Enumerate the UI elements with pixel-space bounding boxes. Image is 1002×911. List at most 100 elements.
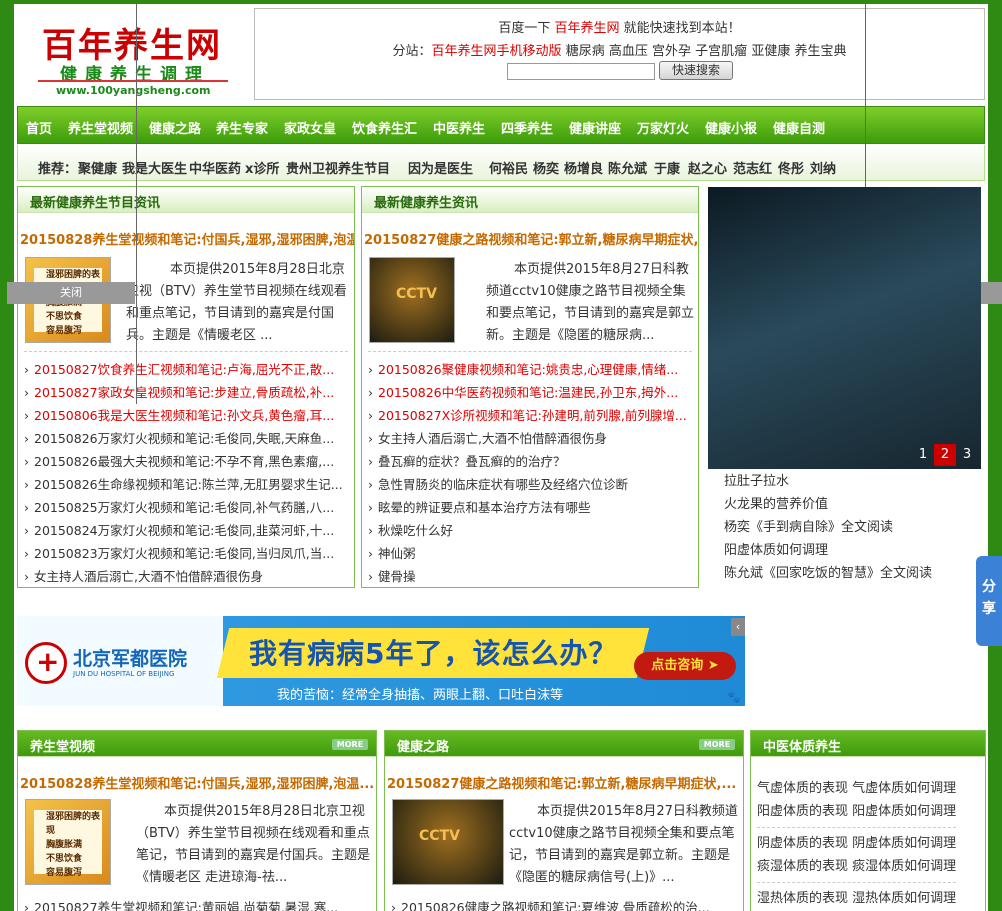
- nav-item[interactable]: 首页: [26, 118, 52, 137]
- list-item[interactable]: 叠瓦癣的症状？叠瓦癣的的治疗？: [364, 450, 694, 473]
- nav-item[interactable]: 家政女皇: [284, 118, 336, 137]
- constitution-link[interactable]: 阳虚体质如何调理: [852, 804, 956, 819]
- list-item[interactable]: 20150826最强大夫视频和笔记:不孕不育,黑色素瘤,...: [20, 450, 350, 473]
- constitution-link[interactable]: 湿热体质的表现: [757, 891, 848, 906]
- nav-item[interactable]: 健康小报: [705, 118, 757, 137]
- feature-title-link[interactable]: 20150827健康之路视频和笔记:郭立新,糖尿病早期症状,...: [387, 773, 736, 792]
- recommend-item[interactable]: 中华医药: [189, 158, 241, 177]
- feature-title-link[interactable]: 20150827健康之路视频和笔记:郭立新,糖尿病早期症状,...: [364, 229, 698, 248]
- constitution-link[interactable]: 气虚体质如何调理: [852, 781, 956, 796]
- nav-item[interactable]: 健康自测: [773, 118, 825, 137]
- constitution-link[interactable]: 阴虚体质的表现: [757, 836, 848, 851]
- list-item[interactable]: 神仙粥: [364, 542, 694, 565]
- recommend-item[interactable]: 何裕民: [489, 158, 528, 177]
- thumb-line: 容易腹泻: [46, 326, 83, 336]
- right-article-link[interactable]: 拉肚子拉水: [724, 470, 932, 493]
- recommend-item[interactable]: 杨奕: [533, 158, 559, 177]
- hospital-brand: 北京军都医院 JUN DU HOSPITAL OF BEIJING: [17, 616, 223, 706]
- recommend-item[interactable]: 陈允斌: [608, 158, 647, 177]
- sub-link[interactable]: 糖尿病: [566, 44, 605, 59]
- list-item[interactable]: 20150827饮食养生汇视频和笔记:卢海,屈光不正,散...: [20, 358, 350, 381]
- more-button[interactable]: MORE: [332, 739, 368, 750]
- feature-thumbnail[interactable]: 湿邪困脾的表现 胸腹胀满 不思饮食 容易腹泻: [25, 799, 111, 885]
- substation-label: 分站：: [392, 44, 432, 59]
- slider-page-button[interactable]: 2: [934, 444, 956, 466]
- constitution-link[interactable]: 阴虚体质如何调理: [852, 836, 956, 851]
- constitution-link[interactable]: 湿热体质如何调理: [852, 891, 956, 906]
- nav-item[interactable]: 万家灯火: [637, 118, 689, 137]
- slider-page-button[interactable]: 1: [912, 444, 934, 466]
- search-button[interactable]: 快速搜索: [659, 61, 733, 80]
- recommend-item[interactable]: 刘纳: [810, 158, 836, 177]
- constitution-link[interactable]: 气虚体质的表现: [757, 781, 848, 796]
- constitution-link[interactable]: 痰湿体质如何调理: [852, 859, 956, 874]
- search-input[interactable]: [507, 63, 655, 80]
- right-article-link[interactable]: 陈允斌《回家吃饭的智慧》全文阅读: [724, 562, 932, 585]
- nav-item[interactable]: 健康之路: [149, 118, 201, 137]
- recommend-item[interactable]: 佟彤: [778, 158, 804, 177]
- sub-link[interactable]: 亚健康: [751, 44, 790, 59]
- recommend-item[interactable]: 范志红: [733, 158, 772, 177]
- constitution-link[interactable]: 阳虚体质的表现: [757, 804, 848, 819]
- list-item[interactable]: 女主持人酒后溺亡,大酒不怕借醉酒很伤身: [364, 427, 694, 450]
- nav-item[interactable]: 中医养生: [433, 118, 485, 137]
- list-item[interactable]: 急性胃肠炎的临床症状有哪些及经络穴位诊断: [364, 473, 694, 496]
- nav-item[interactable]: 四季养生: [501, 118, 553, 137]
- site-logo[interactable]: 百年养生网 健康养生调理 www.100yangsheng.com: [20, 8, 248, 104]
- list-item[interactable]: 20150823万家灯火视频和笔记:毛俊同,当归凤爪,当...: [20, 542, 350, 565]
- nav-item[interactable]: 养生堂视频: [68, 118, 133, 137]
- share-button[interactable]: 分享: [976, 556, 1002, 646]
- sub-link[interactable]: 高血压: [609, 44, 648, 59]
- consult-button[interactable]: 点击咨询 ➤: [634, 652, 736, 680]
- recommend-item[interactable]: 我是大医生: [122, 158, 187, 177]
- sub-link[interactable]: 宫外孕: [652, 44, 691, 59]
- list-item[interactable]: 20150806我是大医生视频和笔记:孙文兵,黄色瘤,耳...: [20, 404, 350, 427]
- list-item[interactable]: 20150825万家灯火视频和笔记:毛俊同,补气药膳,八...: [20, 496, 350, 519]
- list-item[interactable]: 20150827X诊所视频和笔记:孙建明,前列腺,前列腺增...: [364, 404, 694, 427]
- mobile-link[interactable]: 百年养生网手机移动版: [432, 44, 562, 59]
- sub-link[interactable]: 养生宝典: [794, 44, 846, 59]
- list-item[interactable]: 健骨操: [364, 565, 694, 587]
- recommend-item[interactable]: 贵州卫视养生节目: [286, 158, 390, 177]
- list-item[interactable]: 20150827家政女皇视频和笔记:步建立,骨质疏松,补...: [20, 381, 350, 404]
- right-article-link[interactable]: 杨奕《手到病自除》全文阅读: [724, 516, 932, 539]
- nav-item[interactable]: 饮食养生汇: [352, 118, 417, 137]
- list-item[interactable]: 20150824万家灯火视频和笔记:毛俊同,韭菜河虾,十...: [20, 519, 350, 542]
- recommend-item[interactable]: 于康: [654, 158, 680, 177]
- constitution-link[interactable]: 痰湿体质的表现: [757, 859, 848, 874]
- close-left-float-button[interactable]: 关闭: [7, 282, 135, 304]
- nav-item[interactable]: 养生专家: [216, 118, 268, 137]
- box-title: 中医体质养生: [763, 740, 842, 755]
- list-item[interactable]: 20150826生命缘视频和笔记:陈兰萍,无肛男婴求生记...: [20, 473, 350, 496]
- list-item[interactable]: 女主持人酒后溺亡,大酒不怕借醉酒很伤身: [20, 565, 350, 587]
- right-article-link[interactable]: 火龙果的营养价值: [724, 493, 932, 516]
- list-item[interactable]: 秋燥吃什么好: [364, 519, 694, 542]
- list-item[interactable]: 20150827养生堂视频和笔记:黄丽娟,尚菊菊,暑湿,寒...: [20, 896, 370, 911]
- list-item[interactable]: 20150826健康之路视频和笔记:夏维波,骨质疏松的治...: [387, 896, 737, 911]
- nav-item[interactable]: 健康讲座: [569, 118, 621, 137]
- recommend-item[interactable]: 聚健康: [78, 158, 117, 177]
- slider-page-button[interactable]: 3: [956, 444, 978, 466]
- recommend-item[interactable]: 赵之心: [688, 158, 727, 177]
- recommend-item[interactable]: x诊所: [245, 158, 279, 177]
- hospital-ad-banner[interactable]: 北京军都医院 JUN DU HOSPITAL OF BEIJING 我有病病5年…: [17, 616, 745, 706]
- feature-thumbnail[interactable]: CCTV: [369, 257, 455, 343]
- feature-title-link[interactable]: 20150828养生堂视频和笔记:付国兵,湿邪,湿邪困脾,泡温...: [20, 773, 374, 792]
- list-item[interactable]: 眩晕的辨证要点和基本治疗方法有哪些: [364, 496, 694, 519]
- list-item[interactable]: 20150826万家灯火视频和笔记:毛俊同,失眠,天麻鱼...: [20, 427, 350, 450]
- recommend-item[interactable]: 因为是医生: [408, 158, 473, 177]
- right-article-link[interactable]: 阳虚体质如何调理: [724, 539, 932, 562]
- image-slider[interactable]: [708, 187, 981, 469]
- box-header: 最新健康养生节目资讯: [18, 187, 354, 213]
- yangshengtang-box: 养生堂视频 MORE 20150828养生堂视频和笔记:付国兵,湿邪,湿邪困脾,泡…: [17, 730, 377, 911]
- feature-title-link[interactable]: 20150828养生堂视频和笔记:付国兵,湿邪,湿邪困脾,泡温...: [20, 229, 354, 248]
- sub-link[interactable]: 子宫肌瘤: [695, 44, 747, 59]
- more-button[interactable]: MORE: [699, 739, 735, 750]
- list-item[interactable]: 20150826中华医药视频和笔记:温建民,孙卫东,拇外...: [364, 381, 694, 404]
- ad-collapse-icon[interactable]: ‹: [731, 618, 745, 636]
- list-item[interactable]: 20150826聚健康视频和笔记:姚贵忠,心理健康,情绪...: [364, 358, 694, 381]
- site-name-link[interactable]: 百年养生网: [554, 21, 619, 36]
- feature-thumbnail[interactable]: CCTV: [392, 799, 504, 885]
- divider: [757, 827, 957, 828]
- recommend-item[interactable]: 杨增良: [564, 158, 603, 177]
